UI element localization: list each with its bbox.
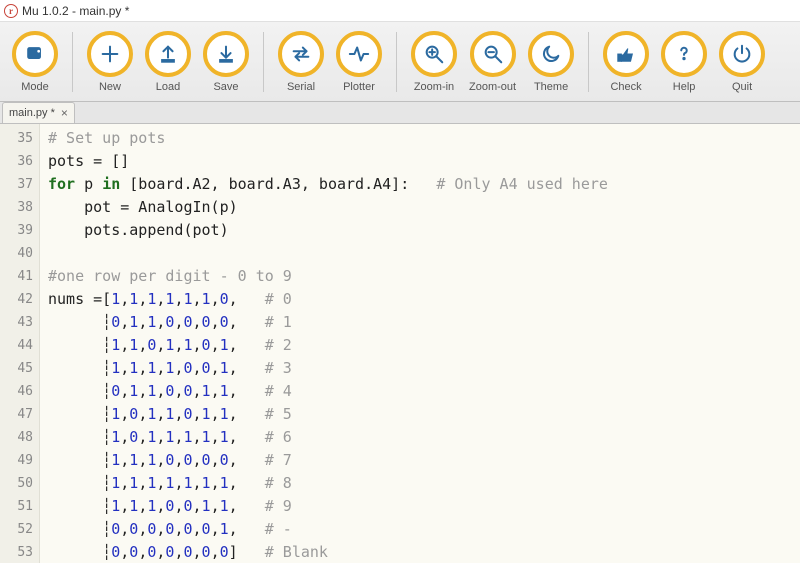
line-number: 50 <box>0 472 33 495</box>
line-number: 48 <box>0 426 33 449</box>
app-logo-icon: r <box>4 4 18 18</box>
window-titlebar: r Mu 1.0.2 - main.py * <box>0 0 800 22</box>
line-number: 41 <box>0 265 33 288</box>
toolbar-label: Mode <box>21 81 49 93</box>
line-number: 35 <box>0 127 33 150</box>
code-line[interactable] <box>48 242 800 265</box>
zoom-out-icon <box>470 31 516 77</box>
plotter-button[interactable]: Plotter <box>336 31 382 93</box>
line-number: 49 <box>0 449 33 472</box>
toolbar-label: Save <box>213 81 238 93</box>
question-icon <box>661 31 707 77</box>
toolbar-label: Load <box>156 81 180 93</box>
toolbar-label: Serial <box>287 81 315 93</box>
code-line[interactable]: ┆0,1,1,0,0,1,1, # 4 <box>48 380 800 403</box>
code-line[interactable]: ┆1,0,1,1,1,1,1, # 6 <box>48 426 800 449</box>
toolbar-separator <box>396 32 397 92</box>
power-icon <box>719 31 765 77</box>
line-number: 40 <box>0 242 33 265</box>
line-number: 45 <box>0 357 33 380</box>
mode-button[interactable]: Mode <box>12 31 58 93</box>
zoom-out-button[interactable]: Zoom-out <box>469 31 516 93</box>
download-icon <box>203 31 249 77</box>
line-number: 42 <box>0 288 33 311</box>
load-button[interactable]: Load <box>145 31 191 93</box>
code-editor[interactable]: 35363738394041424344454647484950515253 #… <box>0 124 800 563</box>
zoom-in-button[interactable]: Zoom-in <box>411 31 457 93</box>
toolbar-label: Check <box>610 81 641 93</box>
mode-icon <box>12 31 58 77</box>
toolbar-separator <box>72 32 73 92</box>
zoom-in-icon <box>411 31 457 77</box>
code-area[interactable]: # Set up potspots = []for p in [board.A2… <box>40 124 800 563</box>
code-line[interactable]: ┆0,0,0,0,0,0,0] # Blank <box>48 541 800 563</box>
code-line[interactable]: # Set up pots <box>48 127 800 150</box>
line-number: 37 <box>0 173 33 196</box>
code-line[interactable]: #one row per digit - 0 to 9 <box>48 265 800 288</box>
tab-main-py[interactable]: main.py * × <box>2 102 75 123</box>
line-number: 47 <box>0 403 33 426</box>
theme-button[interactable]: Theme <box>528 31 574 93</box>
new-button[interactable]: New <box>87 31 133 93</box>
serial-button[interactable]: Serial <box>278 31 324 93</box>
line-number: 52 <box>0 518 33 541</box>
code-line[interactable]: nums =[1,1,1,1,1,1,0, # 0 <box>48 288 800 311</box>
toolbar-label: Quit <box>732 81 752 93</box>
toolbar-label: Zoom-in <box>414 81 454 93</box>
upload-icon <box>145 31 191 77</box>
line-number: 43 <box>0 311 33 334</box>
line-number: 44 <box>0 334 33 357</box>
toolbar-label: Plotter <box>343 81 375 93</box>
moon-icon <box>528 31 574 77</box>
code-line[interactable]: ┆1,0,1,1,0,1,1, # 5 <box>48 403 800 426</box>
code-line[interactable]: pots.append(pot) <box>48 219 800 242</box>
code-line[interactable]: for p in [board.A2, board.A3, board.A4]:… <box>48 173 800 196</box>
code-line[interactable]: ┆1,1,1,1,1,1,1, # 8 <box>48 472 800 495</box>
toolbar-label: Zoom-out <box>469 81 516 93</box>
code-line[interactable]: ┆1,1,1,1,0,0,1, # 3 <box>48 357 800 380</box>
window-title: Mu 1.0.2 - main.py * <box>22 4 129 18</box>
code-line[interactable]: ┆1,1,1,0,0,0,0, # 7 <box>48 449 800 472</box>
code-line[interactable]: pot = AnalogIn(p) <box>48 196 800 219</box>
pulse-icon <box>336 31 382 77</box>
check-button[interactable]: Check <box>603 31 649 93</box>
toolbar-label: Theme <box>534 81 568 93</box>
plus-icon <box>87 31 133 77</box>
line-number: 36 <box>0 150 33 173</box>
help-button[interactable]: Help <box>661 31 707 93</box>
line-number: 39 <box>0 219 33 242</box>
close-icon[interactable]: × <box>61 106 68 120</box>
code-line[interactable]: ┆0,1,1,0,0,0,0, # 1 <box>48 311 800 334</box>
toolbar-label: Help <box>673 81 696 93</box>
save-button[interactable]: Save <box>203 31 249 93</box>
code-line[interactable]: ┆1,1,0,1,1,0,1, # 2 <box>48 334 800 357</box>
toolbar: Mode New Load Save Serial Plotter Zoom-in Zoom-… <box>0 22 800 102</box>
line-number: 51 <box>0 495 33 518</box>
line-number: 53 <box>0 541 33 563</box>
thumbs-up-icon <box>603 31 649 77</box>
code-line[interactable]: ┆0,0,0,0,0,0,1, # - <box>48 518 800 541</box>
code-line[interactable]: pots = [] <box>48 150 800 173</box>
toolbar-separator <box>588 32 589 92</box>
quit-button[interactable]: Quit <box>719 31 765 93</box>
line-number-gutter: 35363738394041424344454647484950515253 <box>0 124 40 563</box>
swap-icon <box>278 31 324 77</box>
toolbar-separator <box>263 32 264 92</box>
code-line[interactable]: ┆1,1,1,0,0,1,1, # 9 <box>48 495 800 518</box>
tab-bar: main.py * × <box>0 102 800 124</box>
tab-label: main.py * <box>9 107 55 119</box>
line-number: 38 <box>0 196 33 219</box>
line-number: 46 <box>0 380 33 403</box>
toolbar-label: New <box>99 81 121 93</box>
